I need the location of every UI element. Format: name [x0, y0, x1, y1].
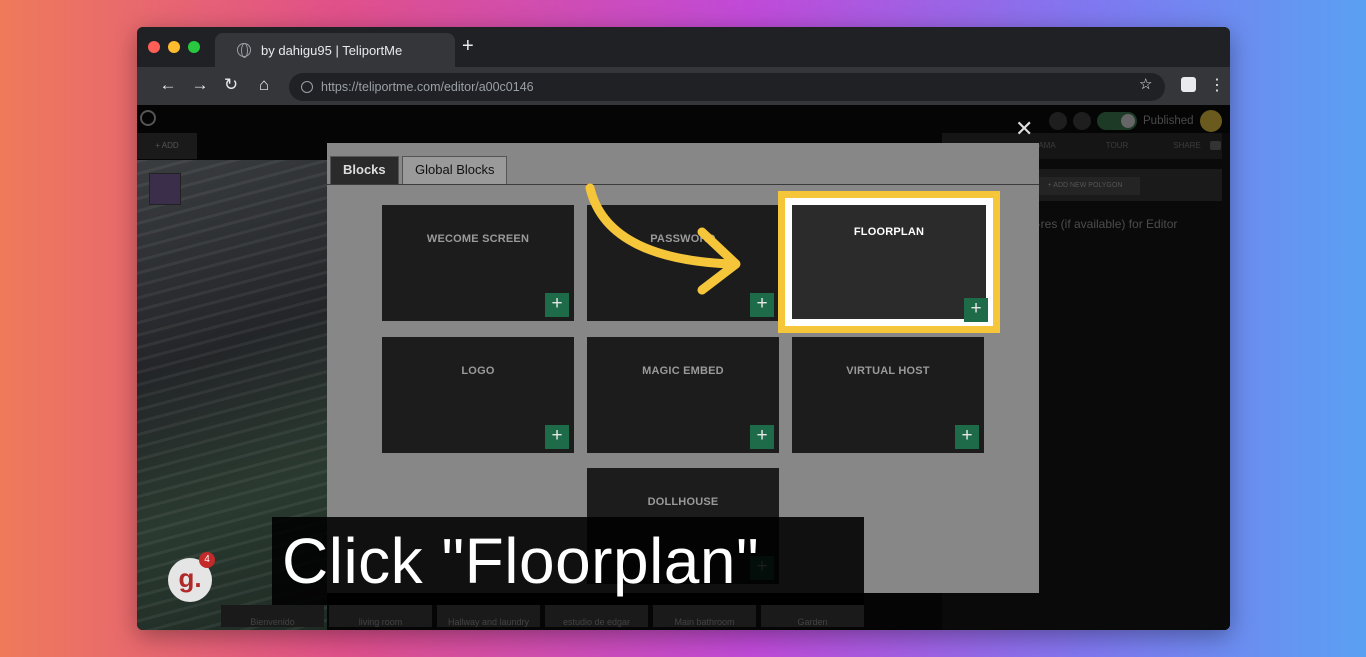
camera-icon[interactable] [1210, 141, 1221, 150]
lock-icon[interactable] [1073, 112, 1091, 130]
card-label: DOLLHOUSE [647, 496, 719, 508]
scene-thumb[interactable]: Garden [761, 605, 864, 627]
card-label: WECOME SCREEN [426, 233, 530, 245]
tab-blocks[interactable]: Blocks [330, 156, 399, 184]
publish-toggle[interactable] [1097, 112, 1137, 130]
home-button[interactable]: ⌂ [253, 75, 275, 95]
url-text: https://teliportme.com/editor/a00c0146 [321, 80, 534, 94]
minimize-window-button[interactable] [168, 41, 180, 53]
card-label: FLOORPLAN [853, 226, 925, 238]
block-card-floorplan[interactable]: FLOORPLAN + [785, 198, 993, 326]
user-avatar[interactable] [1199, 110, 1222, 132]
new-tab-button[interactable]: + [462, 36, 474, 56]
globe-icon [237, 43, 251, 58]
polygon-bar: + ADD NEW POLYGON [1022, 169, 1222, 201]
maximize-window-button[interactable] [188, 41, 200, 53]
address-bar[interactable]: https://teliportme.com/editor/a00c0146 [289, 73, 1165, 101]
card-label: LOGO [461, 365, 495, 377]
scene-thumb[interactable]: living room [329, 605, 432, 627]
scene-thumb[interactable]: Bienvenido [221, 605, 324, 627]
browser-toolbar: ← → ↻ ⌂ https://teliportme.com/editor/a0… [137, 67, 1230, 105]
card-label: MAGIC EMBED [642, 365, 724, 377]
scene-thumb[interactable]: Main bathroom [653, 605, 756, 627]
right-tab-tour[interactable]: TOUR [1082, 133, 1152, 159]
back-button[interactable]: ← [157, 75, 179, 95]
block-card-magic-embed[interactable]: MAGIC EMBED + [587, 337, 779, 453]
top-controls: Published [1049, 110, 1222, 132]
forward-button[interactable]: → [189, 75, 211, 95]
instruction-caption: Click "Floorplan" [272, 517, 864, 605]
add-block-button[interactable]: + [955, 425, 979, 449]
add-block-button[interactable]: + [545, 425, 569, 449]
tab-global-blocks[interactable]: Global Blocks [402, 156, 508, 184]
block-card-welcome-screen[interactable]: WECOME SCREEN + [382, 205, 574, 321]
published-label: Published [1143, 115, 1194, 127]
settings-icon[interactable] [140, 110, 156, 126]
browser-menu-icon[interactable]: ⋮ [1209, 75, 1225, 95]
scene-avatar [149, 173, 181, 205]
add-button[interactable]: + ADD [137, 133, 197, 159]
scene-thumb[interactable]: Hallway and laundry [437, 605, 540, 627]
browser-tab[interactable]: by dahigu95 | TeliportMe [215, 33, 455, 67]
tab-strip: by dahigu95 | TeliportMe + [137, 27, 1230, 67]
card-label: VIRTUAL HOST [846, 365, 930, 377]
scene-thumb[interactable]: estudio de edgar [545, 605, 648, 627]
preview-icon[interactable] [1049, 112, 1067, 130]
close-modal-icon[interactable]: ✕ [1015, 118, 1033, 140]
block-card-virtual-host[interactable]: VIRTUAL HOST + [792, 337, 984, 453]
editor-hint-text: w-res (if available) for Editor [1028, 217, 1178, 231]
extensions-icon[interactable] [1181, 77, 1196, 92]
caption-text: Click "Floorplan" [282, 525, 760, 597]
pointer-arrow-icon [585, 183, 741, 295]
bookmark-star-icon[interactable]: ☆ [1139, 75, 1152, 93]
tab-title: by dahigu95 | TeliportMe [261, 42, 403, 58]
add-block-button[interactable]: + [964, 298, 988, 322]
add-polygon-button[interactable]: + ADD NEW POLYGON [1030, 177, 1140, 195]
site-info-icon[interactable] [301, 81, 313, 93]
notification-badge: 4 [199, 552, 215, 568]
reload-button[interactable]: ↻ [220, 75, 242, 95]
close-window-button[interactable] [148, 41, 160, 53]
block-card-logo[interactable]: LOGO + [382, 337, 574, 453]
add-block-button[interactable]: + [750, 425, 774, 449]
